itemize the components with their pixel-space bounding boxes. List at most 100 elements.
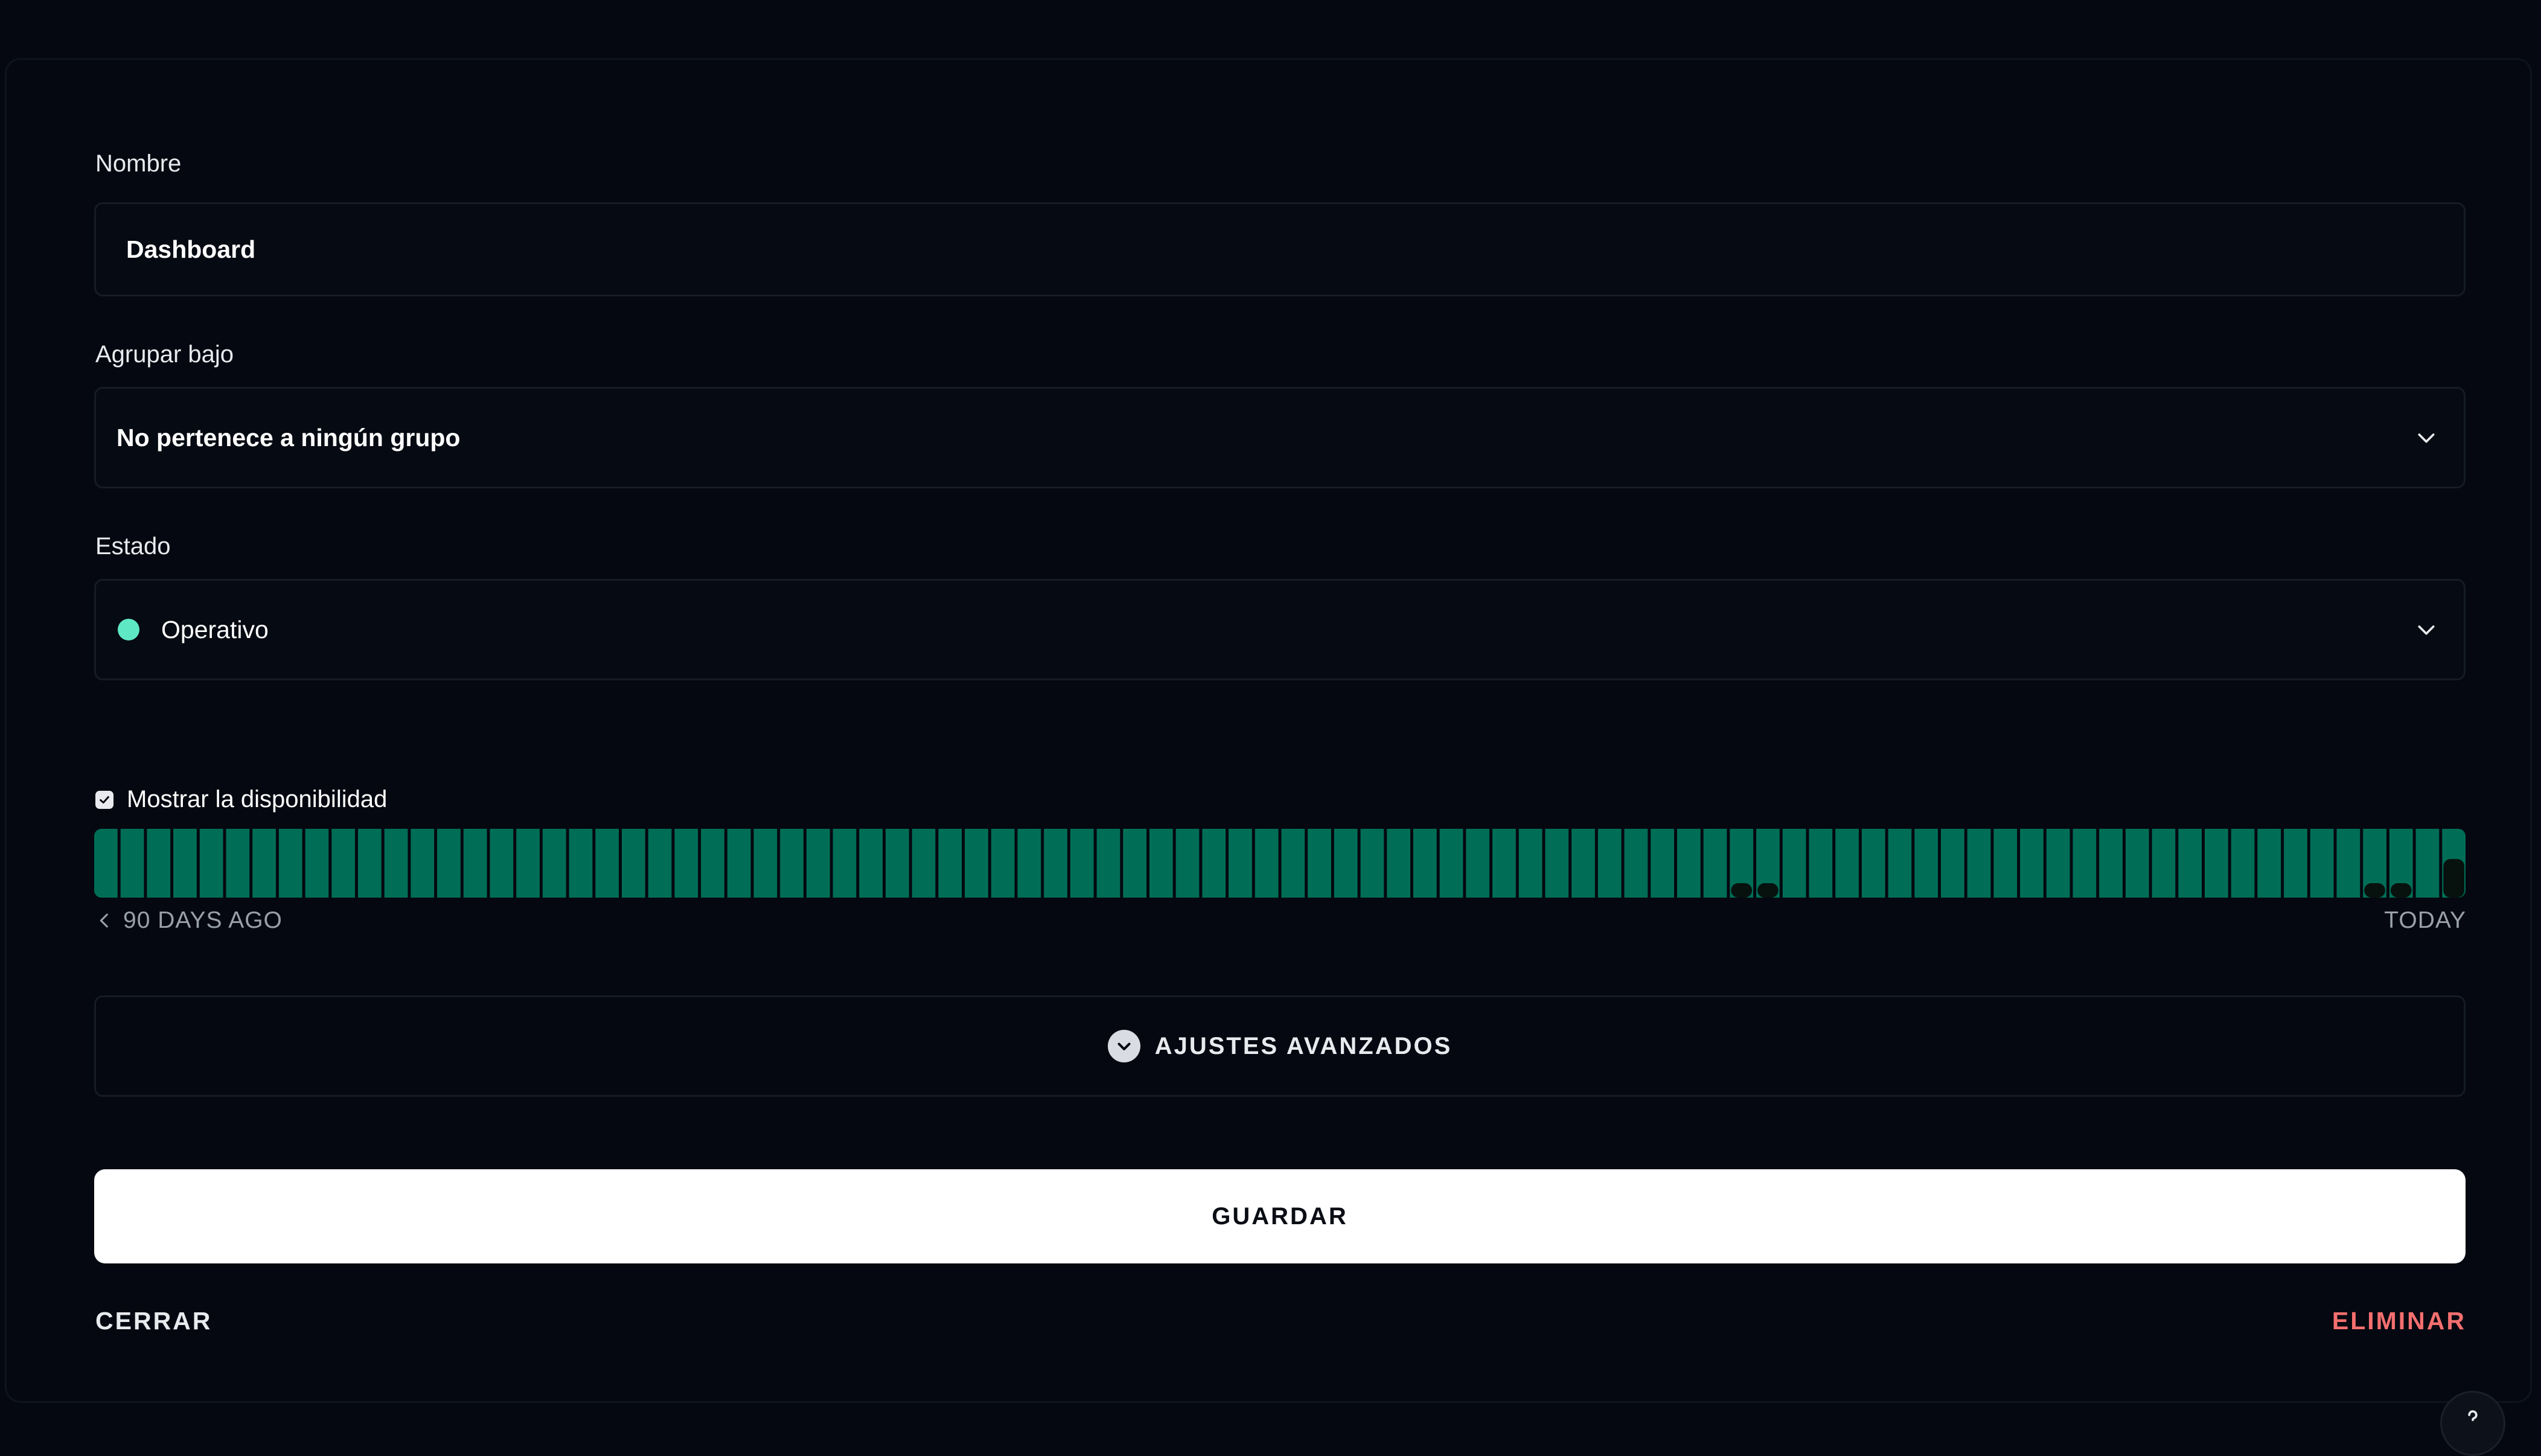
uptime-day-bar[interactable]	[886, 829, 909, 898]
uptime-day-bar[interactable]	[1096, 829, 1120, 898]
uptime-day-bar[interactable]	[2205, 829, 2228, 898]
show-uptime-checkbox[interactable]	[95, 790, 113, 809]
uptime-day-bar[interactable]	[2336, 829, 2360, 898]
uptime-day-bar[interactable]	[516, 829, 540, 898]
uptime-day-bar[interactable]	[2257, 829, 2281, 898]
uptime-day-bar[interactable]	[1413, 829, 1437, 898]
uptime-day-bar[interactable]	[542, 829, 566, 898]
uptime-day-bar[interactable]	[965, 829, 988, 898]
uptime-day-bar[interactable]	[1017, 829, 1041, 898]
uptime-day-bar[interactable]	[252, 829, 276, 898]
uptime-day-bar[interactable]	[147, 829, 171, 898]
help-button[interactable]	[2440, 1391, 2505, 1456]
uptime-day-bar[interactable]	[1624, 829, 1648, 898]
uptime-day-bar[interactable]	[94, 829, 118, 898]
show-uptime-label: Mostrar la disponibilidad	[127, 786, 388, 813]
uptime-day-bar[interactable]	[1492, 829, 1516, 898]
uptime-day-bar[interactable]	[1571, 829, 1595, 898]
uptime-day-bar[interactable]	[1597, 829, 1622, 898]
uptime-day-bar[interactable]	[859, 829, 883, 898]
uptime-day-bar[interactable]	[569, 829, 593, 898]
uptime-day-bar[interactable]	[463, 829, 487, 898]
uptime-day-bar[interactable]	[1123, 829, 1146, 898]
uptime-day-bar[interactable]	[1202, 829, 1226, 898]
uptime-day-bar[interactable]	[278, 829, 302, 898]
uptime-day-bar[interactable]	[2020, 829, 2044, 898]
uptime-day-bar[interactable]	[1334, 829, 1358, 898]
uptime-day-bar[interactable]	[437, 829, 461, 898]
uptime-day-bar[interactable]	[358, 829, 382, 898]
uptime-day-bar[interactable]	[305, 829, 329, 898]
uptime-day-bar[interactable]	[199, 829, 223, 898]
show-uptime-row[interactable]: Mostrar la disponibilidad	[95, 786, 387, 813]
uptime-day-bar[interactable]	[2099, 829, 2123, 898]
uptime-day-bar[interactable]	[674, 829, 698, 898]
uptime-day-bar[interactable]	[2152, 829, 2176, 898]
uptime-day-bar[interactable]	[1809, 829, 1833, 898]
name-input[interactable]: Dashboard	[94, 202, 2466, 296]
uptime-day-bar[interactable]	[1070, 829, 1094, 898]
uptime-day-bar[interactable]	[833, 829, 857, 898]
uptime-day-bar[interactable]	[1229, 829, 1252, 898]
uptime-day-bar[interactable]	[173, 829, 197, 898]
uptime-day-bar[interactable]	[1255, 829, 1279, 898]
uptime-day-bar[interactable]	[384, 829, 408, 898]
uptime-day-bar[interactable]	[1888, 829, 1912, 898]
uptime-day-bar[interactable]	[595, 829, 619, 898]
uptime-day-bar[interactable]	[411, 829, 435, 898]
uptime-day-bar[interactable]	[806, 829, 830, 898]
delete-button[interactable]: ELIMINAR	[2332, 1307, 2466, 1335]
uptime-day-bar[interactable]	[780, 829, 804, 898]
uptime-day-bar[interactable]	[1914, 829, 1938, 898]
uptime-day-bar[interactable]	[1439, 829, 1463, 898]
uptime-day-bar[interactable]	[2284, 829, 2307, 898]
close-button[interactable]: CERRAR	[95, 1307, 212, 1335]
status-select[interactable]: Operativo	[94, 579, 2466, 680]
uptime-day-bar[interactable]	[2310, 829, 2334, 898]
uptime-day-bar[interactable]	[2125, 829, 2149, 898]
uptime-day-bar[interactable]	[2073, 829, 2097, 898]
uptime-day-bar[interactable]	[1518, 829, 1542, 898]
uptime-day-bar[interactable]	[1149, 829, 1173, 898]
uptime-day-bar[interactable]	[701, 829, 724, 898]
uptime-day-bar[interactable]	[226, 829, 250, 898]
save-button[interactable]: GUARDAR	[94, 1169, 2466, 1263]
uptime-day-bar[interactable]	[1861, 829, 1885, 898]
uptime-day-bar[interactable]	[1308, 829, 1331, 898]
uptime-day-bar[interactable]	[991, 829, 1015, 898]
uptime-day-bar[interactable]	[2046, 829, 2070, 898]
uptime-day-bar[interactable]	[2231, 829, 2255, 898]
uptime-day-bar[interactable]	[938, 829, 962, 898]
uptime-day-bar[interactable]	[1651, 829, 1674, 898]
uptime-day-bar[interactable]	[1993, 829, 2018, 898]
uptime-day-bar[interactable]	[1835, 829, 1859, 898]
uptime-day-bar[interactable]	[1703, 829, 1727, 898]
uptime-day-bar[interactable]	[622, 829, 645, 898]
uptime-day-bar[interactable]	[1387, 829, 1410, 898]
uptime-day-bar[interactable]	[1360, 829, 1384, 898]
uptime-day-bar[interactable]	[1941, 829, 1964, 898]
uptime-day-bar[interactable]	[1466, 829, 1490, 898]
uptime-day-bar[interactable]	[648, 829, 672, 898]
group-select[interactable]: No pertenece a ningún grupo	[94, 387, 2466, 488]
uptime-bar-chart	[94, 829, 2466, 898]
uptime-range-end-label: TODAY	[2384, 907, 2466, 933]
uptime-day-bar[interactable]	[1281, 829, 1305, 898]
uptime-day-bar[interactable]	[1782, 829, 1806, 898]
uptime-day-bar[interactable]	[727, 829, 751, 898]
uptime-day-bar[interactable]	[120, 829, 144, 898]
uptime-day-bar[interactable]	[1044, 829, 1067, 898]
uptime-day-bar[interactable]	[2415, 829, 2440, 898]
uptime-day-bar[interactable]	[1545, 829, 1569, 898]
uptime-day-bar[interactable]	[1967, 829, 1991, 898]
chevron-left-icon[interactable]	[94, 910, 115, 931]
uptime-day-bar[interactable]	[1175, 829, 1200, 898]
uptime-day-bar[interactable]	[912, 829, 936, 898]
uptime-day-bar[interactable]	[1677, 829, 1701, 898]
uptime-day-bar[interactable]	[2178, 829, 2202, 898]
uptime-day-bar[interactable]	[490, 829, 514, 898]
name-label: Nombre	[95, 150, 182, 177]
uptime-day-bar[interactable]	[331, 829, 355, 898]
uptime-day-bar[interactable]	[753, 829, 778, 898]
advanced-settings-toggle[interactable]: AJUSTES AVANZADOS	[94, 995, 2466, 1097]
